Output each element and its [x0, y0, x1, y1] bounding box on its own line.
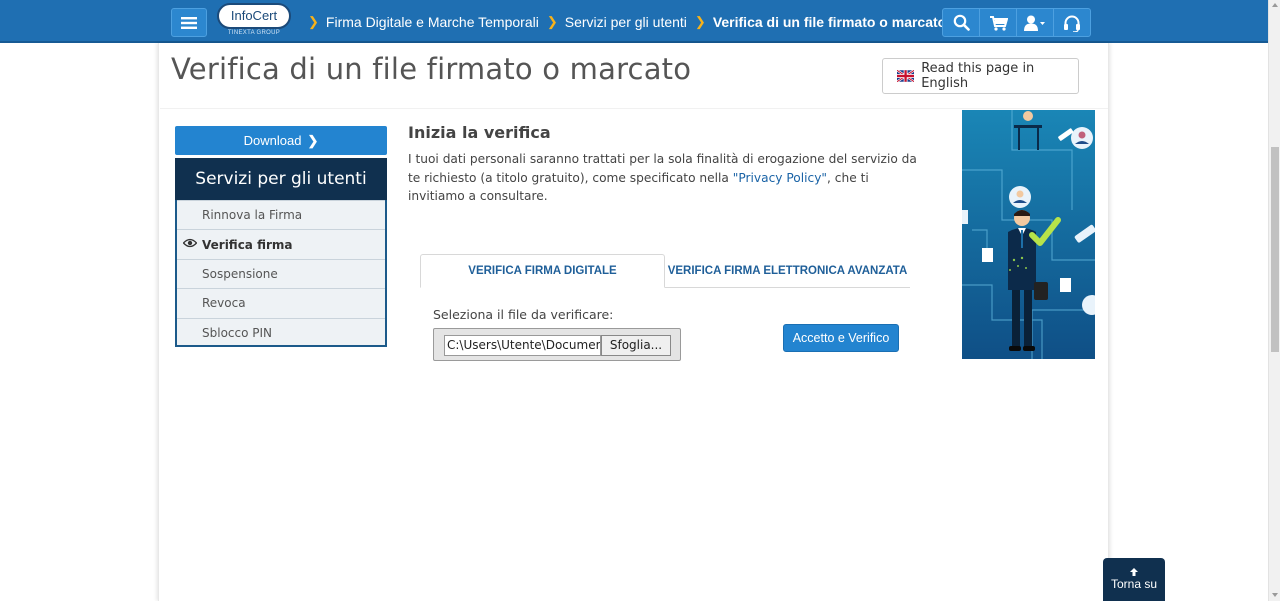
- scroll-thumb[interactable]: [1271, 147, 1279, 352]
- english-button-label: Read this page in English: [921, 61, 1035, 91]
- breadcrumb-separator: ❯: [308, 13, 319, 29]
- search-button[interactable]: [942, 8, 980, 37]
- file-path-field[interactable]: C:\Users\Utente\Documents: [444, 335, 601, 356]
- user-menu-button[interactable]: [1016, 8, 1054, 37]
- navbar-actions: [942, 8, 1091, 37]
- download-label: Download: [243, 133, 302, 148]
- file-input[interactable]: C:\Users\Utente\Documents Sfoglia...: [433, 328, 681, 361]
- verification-illustration: [962, 110, 1095, 359]
- hamburger-icon: [181, 17, 197, 29]
- sidebar-item-sospensione[interactable]: Sospensione: [177, 258, 385, 288]
- sidebar-item-revoca[interactable]: Revoca: [177, 288, 385, 317]
- title-divider: [160, 108, 1108, 109]
- search-icon: [953, 14, 970, 31]
- sidebar-item-label: Rinnova la Firma: [202, 208, 303, 223]
- support-button[interactable]: [1053, 8, 1091, 37]
- scroll-down-icon[interactable]: [1272, 593, 1278, 597]
- sidebar-item-label: Sblocco PIN: [202, 325, 273, 340]
- sidebar-panel: Servizi per gli utenti Rinnova la Firma …: [175, 158, 387, 347]
- page-title: Verifica di un file firmato o marcato: [171, 52, 692, 86]
- sidebar-item-sblocco-pin[interactable]: Sblocco PIN: [177, 317, 385, 347]
- sidebar-item-label: Revoca: [202, 296, 246, 311]
- accept-and-verify-button[interactable]: Accetto e Verifico: [783, 324, 899, 352]
- sidebar-item-rinnova[interactable]: Rinnova la Firma: [177, 200, 385, 229]
- sidebar-item-label: Sospensione: [202, 266, 278, 281]
- breadcrumb-separator: ❯: [694, 13, 706, 29]
- user-icon: [1024, 15, 1045, 31]
- back-to-top-label: Torna su: [1110, 577, 1158, 591]
- sidebar-item-label: Verifica firma: [202, 237, 293, 252]
- scroll-up-icon[interactable]: [1272, 3, 1278, 7]
- menu-button[interactable]: [171, 8, 207, 37]
- cart-icon: [989, 15, 1008, 31]
- back-to-top-button[interactable]: Torna su: [1103, 558, 1165, 601]
- logo-brand: InfoCert: [217, 3, 291, 29]
- page-scrollbar[interactable]: [1268, 0, 1280, 601]
- cart-button[interactable]: [979, 8, 1017, 37]
- breadcrumb: ❯ Firma Digitale e Marche Temporali ❯ Se…: [308, 0, 954, 43]
- breadcrumb-servizi-utenti[interactable]: Servizi per gli utenti: [565, 14, 687, 30]
- browse-button[interactable]: Sfoglia...: [601, 335, 671, 356]
- infocert-logo[interactable]: InfoCert TINEXTA GROUP: [215, 2, 293, 39]
- download-button[interactable]: Download ❯: [175, 126, 387, 155]
- privacy-notice: I tuoi dati personali saranno trattati p…: [408, 150, 918, 206]
- tab-verifica-firma-digitale[interactable]: VERIFICA FIRMA DIGITALE: [420, 254, 665, 288]
- arrow-up-icon: [1130, 568, 1138, 576]
- sidebar-item-verifica[interactable]: Verifica firma: [177, 229, 385, 258]
- eye-icon: [183, 239, 197, 248]
- logo-tagline: TINEXTA GROUP: [227, 30, 281, 36]
- uk-flag-icon: [897, 70, 915, 82]
- privacy-policy-link[interactable]: "Privacy Policy": [733, 171, 827, 185]
- breadcrumb-current: Verifica di un file firmato o marcato: [712, 13, 947, 30]
- headset-icon: [1064, 15, 1080, 32]
- breadcrumb-separator: ❯: [546, 13, 558, 29]
- file-select-label: Seleziona il file da verificare:: [433, 307, 614, 322]
- english-version-button[interactable]: Read this page in English: [882, 58, 1079, 94]
- top-navbar: InfoCert TINEXTA GROUP ❯ Firma Digitale …: [0, 0, 1268, 43]
- section-title: Inizia la verifica: [408, 123, 551, 142]
- tab-verifica-firma-elettronica-avanzata[interactable]: VERIFICA FIRMA ELETTRONICA AVANZATA: [665, 254, 910, 288]
- breadcrumb-firma-digitale[interactable]: Firma Digitale e Marche Temporali: [326, 14, 539, 30]
- chevron-right-icon: ❯: [307, 132, 319, 148]
- verification-tabs: VERIFICA FIRMA DIGITALE VERIFICA FIRMA E…: [420, 254, 910, 288]
- sidebar-title: Servizi per gli utenti: [175, 158, 387, 200]
